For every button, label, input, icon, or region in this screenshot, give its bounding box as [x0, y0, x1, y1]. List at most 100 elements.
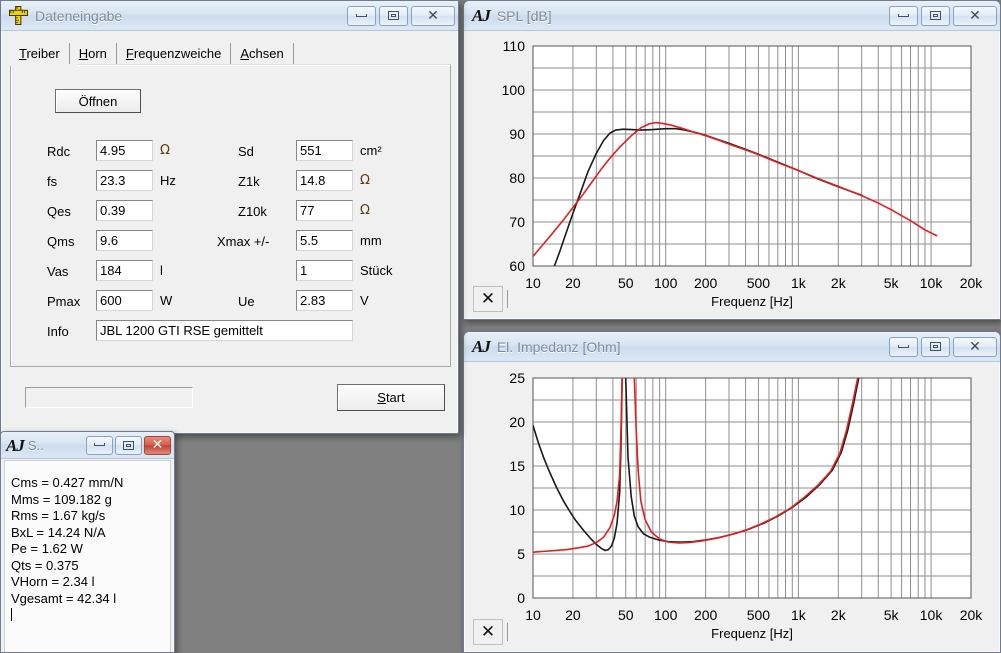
window-impedance: AJ El. Impedanz [Ohm] ✕ 0510152025102050… — [463, 331, 1001, 653]
tab-frequenzweiche[interactable]: Frequenzweiche — [117, 43, 231, 65]
tab-horn[interactable]: Horn — [70, 43, 117, 65]
minimize-icon — [898, 14, 909, 17]
svg-text:20: 20 — [565, 607, 581, 623]
clear-button-impedance[interactable]: ✕ — [473, 619, 503, 645]
svg-text:50: 50 — [618, 607, 634, 623]
unit-vas: l — [160, 263, 163, 278]
window-title-spl: SPL [dB] — [497, 8, 552, 24]
svg-text:100: 100 — [654, 275, 678, 291]
tab-panel-treiber: Öffnen Rdc 4.95 Ω fs 23.3 Hz Qes 0.39 Qm… — [10, 64, 451, 367]
input-z10k[interactable]: 77 — [296, 200, 353, 221]
unit-xmax: mm — [360, 233, 382, 248]
maximize-button-results[interactable] — [115, 436, 142, 455]
input-pmax[interactable]: 600 — [96, 290, 153, 311]
maximize-button-dateneingabe[interactable] — [379, 6, 408, 26]
input-ue[interactable]: 2.83 — [296, 290, 353, 311]
input-info[interactable]: JBL 1200 GTI RSE gemittelt — [96, 320, 353, 341]
unit-z1k: Ω — [360, 173, 370, 188]
plot-svg-impedance: 05101520251020501002005001k2k5k10k20kFre… — [467, 363, 999, 651]
maximize-icon — [123, 441, 134, 450]
minimize-button-spl[interactable] — [889, 6, 918, 26]
aj-logo-icon: AJ — [472, 7, 490, 24]
titlebar-impedance[interactable]: AJ El. Impedanz [Ohm] ✕ — [464, 332, 1000, 362]
svg-text:20: 20 — [509, 414, 525, 430]
close-button-results[interactable]: ✕ — [144, 436, 171, 455]
tab-horn-accel: H — [79, 46, 88, 61]
svg-text:20k: 20k — [960, 275, 984, 291]
svg-text:80: 80 — [509, 170, 525, 186]
label-qes: Qes — [47, 204, 71, 219]
start-button-accel: S — [377, 390, 386, 405]
minimize-icon — [356, 14, 367, 17]
svg-text:Frequenz [Hz]: Frequenz [Hz] — [711, 294, 793, 309]
tab-achsen[interactable]: Achsen — [231, 43, 293, 65]
input-xmax[interactable]: 5.5 — [296, 230, 353, 251]
chart-body-spl: 607080901001101020501002005001k2k5k10k20… — [467, 32, 997, 316]
start-button-label: tart — [386, 390, 405, 405]
svg-text:10: 10 — [525, 275, 541, 291]
svg-text:2k: 2k — [831, 275, 847, 291]
window-controls-spl: ✕ — [889, 6, 997, 26]
svg-text:70: 70 — [509, 214, 525, 230]
unit-z10k: Ω — [360, 203, 370, 218]
window-controls-results: ✕ — [86, 436, 171, 455]
results-text[interactable]: Cms = 0.427 mm/N Mms = 109.182 g Rms = 1… — [4, 460, 171, 652]
status-bar — [25, 387, 193, 408]
maximize-button-impedance[interactable] — [921, 337, 950, 357]
svg-text:100: 100 — [502, 82, 526, 98]
aj-logo-icon: AJ — [472, 338, 490, 355]
label-rdc: Rdc — [47, 144, 70, 159]
input-qes[interactable]: 0.39 — [96, 200, 153, 221]
tab-frequenzweiche-accel: F — [126, 46, 134, 61]
close-button-impedance[interactable]: ✕ — [953, 337, 997, 357]
close-button-spl[interactable]: ✕ — [953, 6, 997, 26]
label-z1k: Z1k — [238, 174, 260, 189]
unit-fs: Hz — [160, 173, 176, 188]
plot-impedance: 05101520251020501002005001k2k5k10k20kFre… — [467, 363, 997, 649]
clear-button-spl[interactable]: ✕ — [473, 286, 503, 312]
minimize-button-impedance[interactable] — [889, 337, 918, 357]
maximize-button-spl[interactable] — [921, 6, 950, 26]
ruler-icon — [9, 6, 28, 25]
minimize-button-dateneingabe[interactable] — [347, 6, 376, 26]
maximize-icon — [930, 11, 941, 20]
aj-logo-icon: AJ — [6, 437, 24, 454]
window-results: AJ S.. ✕ Cms = 0.427 mm/N Mms = 109.182 … — [0, 431, 175, 653]
input-fs[interactable]: 23.3 — [96, 170, 153, 191]
svg-text:10: 10 — [525, 607, 541, 623]
start-button[interactable]: Start — [337, 384, 445, 411]
label-pmax: Pmax — [47, 294, 80, 309]
input-vas[interactable]: 184 — [96, 260, 153, 281]
tab-treiber[interactable]: Treiber — [10, 43, 70, 65]
open-button[interactable]: Öffnen — [55, 89, 141, 113]
titlebar-dateneingabe[interactable]: Dateneingabe ✕ — [1, 1, 458, 31]
window-title-dateneingabe: Dateneingabe — [35, 8, 122, 24]
label-ue: Ue — [238, 294, 255, 309]
desktop: AJ SPL [dB] ✕ 60708090100110102050100200… — [0, 0, 1001, 653]
input-sd[interactable]: 551 — [296, 140, 353, 161]
svg-text:90: 90 — [509, 126, 525, 142]
svg-text:10k: 10k — [920, 275, 944, 291]
minimize-button-results[interactable] — [86, 436, 113, 455]
window-controls-impedance: ✕ — [889, 337, 997, 357]
svg-text:1k: 1k — [791, 275, 807, 291]
input-rdc[interactable]: 4.95 — [96, 140, 153, 161]
close-button-dateneingabe[interactable]: ✕ — [411, 6, 455, 26]
unit-sd: cm² — [360, 143, 382, 158]
svg-text:5k: 5k — [884, 275, 900, 291]
maximize-icon — [388, 11, 399, 20]
input-z1k[interactable]: 14.8 — [296, 170, 353, 191]
tab-strip: Treiber Horn Frequenzweiche Achsen — [10, 41, 449, 65]
label-qms: Qms — [47, 234, 74, 249]
tab-achsen-accel: A — [240, 46, 249, 61]
input-qms[interactable]: 9.6 — [96, 230, 153, 251]
unit-stueck: Stück — [360, 263, 393, 278]
titlebar-results[interactable]: AJ S.. ✕ — [1, 432, 174, 459]
svg-text:10: 10 — [509, 502, 525, 518]
window-dateneingabe: Dateneingabe ✕ Treiber Horn Frequenzweic… — [0, 0, 459, 434]
results-lines: Cms = 0.427 mm/N Mms = 109.182 g Rms = 1… — [11, 475, 123, 606]
plot-svg-spl: 607080901001101020501002005001k2k5k10k20… — [467, 32, 999, 318]
input-stueck[interactable]: 1 — [296, 260, 353, 281]
titlebar-spl[interactable]: AJ SPL [dB] ✕ — [464, 1, 1000, 31]
maximize-icon — [930, 342, 941, 351]
